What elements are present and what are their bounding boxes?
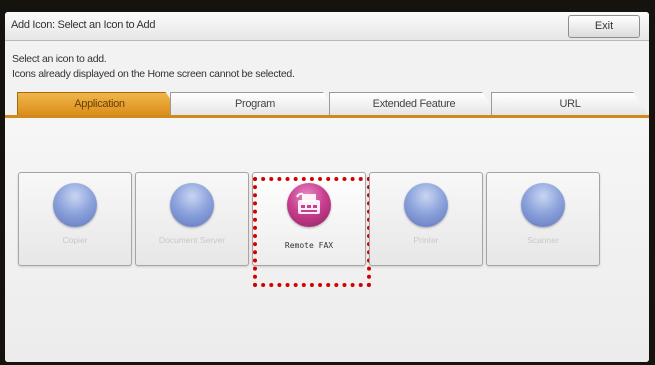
screen: Add Icon: Select an Icon to Add Exit Sel… — [5, 12, 649, 362]
tab-extended-feature[interactable]: Extended Feature — [329, 92, 499, 116]
tab-program[interactable]: Program — [170, 92, 340, 116]
tab-bar: Application Program Extended Feature URL — [5, 88, 649, 118]
scanner-orb-icon — [521, 183, 565, 227]
icon-label: Copier — [62, 235, 88, 245]
copier-orb-icon — [53, 183, 97, 227]
exit-button[interactable]: Exit — [568, 15, 640, 38]
tab-application[interactable]: Application — [17, 92, 182, 116]
printer-orb-icon — [404, 183, 448, 227]
window-title: Add Icon: Select an Icon to Add — [11, 19, 156, 31]
icon-tile-copier: Copier — [18, 172, 132, 266]
icon-tile-document-server: Document Server — [135, 172, 249, 266]
icon-label: Printer — [413, 235, 439, 245]
instruction-text: Select an icon to add. — [12, 53, 107, 65]
selection-outline — [253, 177, 371, 287]
icon-tile-printer: Printer — [369, 172, 483, 266]
instruction-note: Icons already displayed on the Home scre… — [12, 68, 295, 80]
document-server-orb-icon — [170, 183, 214, 227]
icon-tile-scanner: Scanner — [486, 172, 600, 266]
title-bar: Add Icon: Select an Icon to Add Exit — [5, 12, 649, 41]
icon-label: Scanner — [527, 235, 559, 245]
icon-label: Document Server — [158, 235, 226, 245]
tab-url[interactable]: URL — [491, 92, 649, 116]
